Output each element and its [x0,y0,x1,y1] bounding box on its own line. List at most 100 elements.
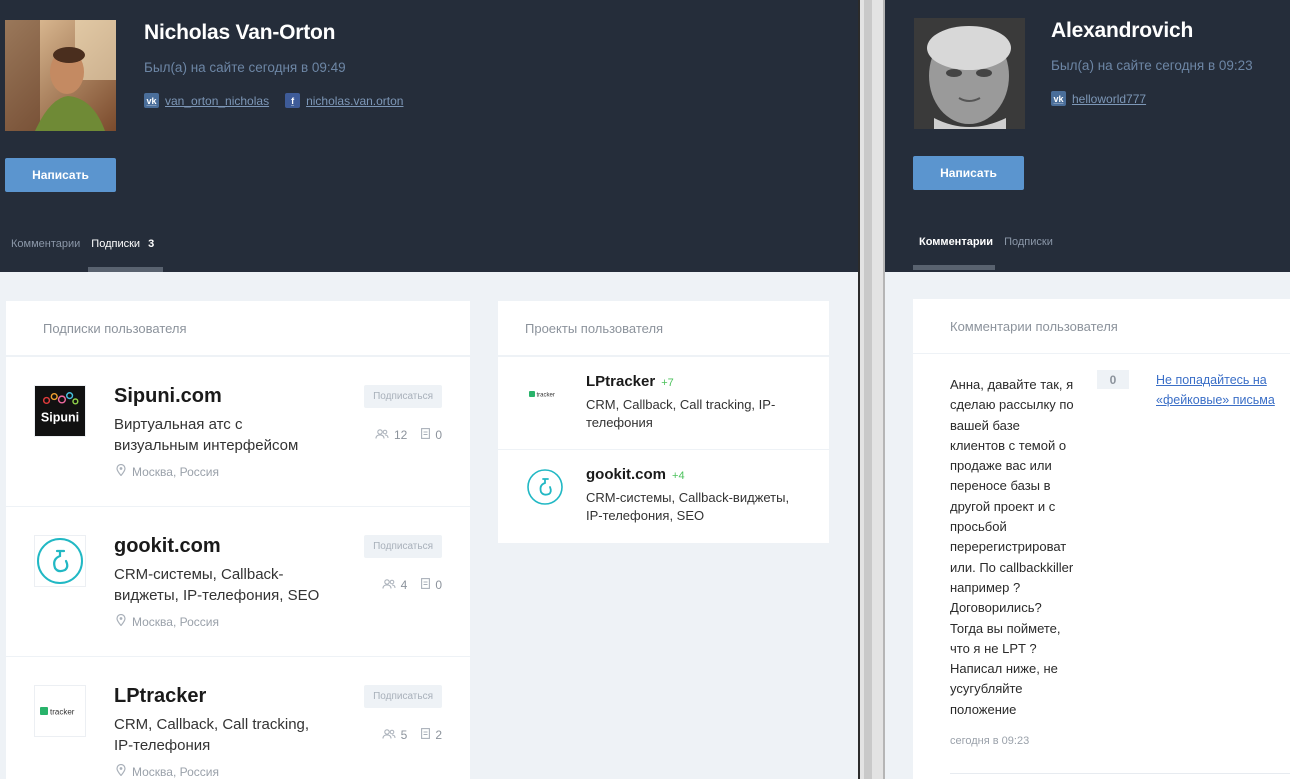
location-pin-icon [116,763,126,779]
subscription-location: Москва, Россия [116,763,219,779]
comment-post-link[interactable]: Не попадайтесь на «фейковые» письма [1156,370,1290,410]
subscription-name[interactable]: gookit.com [114,535,221,558]
write-message-button[interactable]: Написать [913,156,1024,190]
user-name: Alexandrovich [1051,19,1194,42]
vk-icon: vk [144,93,159,108]
followers-stat: 12 [375,428,407,442]
projects-title: Проекты пользователя [498,301,829,356]
tab-subscriptions-label: Подписки [91,238,141,250]
project-desc: CRM, Callback, Call tracking, IP-телефон… [586,397,776,430]
location-text: Москва, Россия [132,764,219,779]
active-tab-indicator [913,265,995,270]
subscription-name[interactable]: Sipuni.com [114,385,222,408]
subscribe-button[interactable]: Подписаться [364,385,442,408]
project-name[interactable]: gookit.com +4 [586,466,685,483]
location-text: Москва, Россия [132,464,219,479]
subscription-desc: CRM-системы, Callback-виджеты, IP-телефо… [114,566,320,604]
last-seen: Был(а) на сайте сегодня в 09:23 [1051,58,1253,73]
docs-stat: 0 [421,578,442,592]
subscription-stats: 5 2 [382,728,442,742]
gookit-logo [526,468,564,506]
tab-subscriptions[interactable]: Подписки 3 [91,238,154,250]
subscriptions-card: Подписки пользователя Sipuni Sipuni.com … [6,301,470,779]
subscriptions-count: 3 [148,238,155,250]
social-links: vk van_orton_nicholas f nicholas.van.ort… [144,93,403,108]
project-item: gookit.com +4 CRM-системы, Callback-видже… [498,449,829,542]
subscription-item: Sipuni Sipuni.com Виртуальная атс с визу… [6,356,470,506]
comment-vote-count[interactable]: 0 [1097,370,1129,389]
facebook-link[interactable]: f nicholas.van.orton [285,93,403,108]
subscription-item: gookit.com CRM-системы, Callback-виджеты… [6,506,470,656]
docs-count: 2 [435,728,442,742]
project-name[interactable]: LPtracker +7 [586,373,674,390]
right-window: Alexandrovich Был(а) на сайте сегодня в … [885,0,1290,779]
project-item: tracker LPtracker +7 CRM, Callback, Call … [498,356,829,449]
followers-stat: 4 [382,578,408,592]
comments-card: Комментарии пользователя Анна, давайте т… [913,299,1290,779]
location-pin-icon [116,463,126,479]
projects-card: Проекты пользователя tracker LPtracker +7… [498,301,829,543]
followers-count: 4 [400,578,408,592]
sipuni-logo-text: Sipuni [41,411,79,425]
comment-divider [950,773,1290,774]
subscribe-button[interactable]: Подписаться [364,685,442,708]
sipuni-logo: Sipuni [34,385,86,437]
docs-stat: 0 [421,428,442,442]
document-icon [421,428,431,442]
tab-comments-label: Комментарии [11,238,81,250]
subscription-name[interactable]: LPtracker [114,685,206,708]
followers-stat: 5 [382,728,408,742]
project-rating: +4 [672,470,685,482]
profile-tabs: Комментарии Подписки 3 [11,238,154,250]
subscription-stats: 12 0 [375,428,442,442]
facebook-icon: f [285,93,301,108]
profile-header: Alexandrovich Был(а) на сайте сегодня в … [885,0,1290,272]
vk-username: van_orton_nicholas [165,93,270,108]
lptracker-logo: tracker [526,375,564,413]
tab-comments[interactable]: Комментарии [919,236,993,248]
subscription-desc: Виртуальная атс с визуальным интерфейсом [114,416,299,454]
followers-count: 12 [393,428,408,442]
user-name: Nicholas Van-Orton [144,21,336,44]
last-seen: Был(а) на сайте сегодня в 09:49 [144,60,346,75]
followers-count: 5 [400,728,408,742]
project-rating: +7 [661,377,674,389]
profile-header: Nicholas Van-Orton Был(а) на сайте сегод… [0,0,858,272]
social-links: vk helloworld777 [1051,91,1146,106]
comments-title: Комментарии пользователя [913,299,1290,354]
left-window: Nicholas Van-Orton Был(а) на сайте сегод… [0,0,858,779]
subscription-stats: 4 0 [382,578,442,592]
subscribe-button[interactable]: Подписаться [364,535,442,558]
facebook-username: nicholas.van.orton [306,93,404,108]
tab-comments-label: Комментарии [919,236,994,248]
project-desc: CRM-системы, Callback-виджеты, IP-телефо… [586,490,790,523]
document-icon [421,728,431,742]
profile-tabs: Комментарии Подписки [919,236,1053,248]
write-message-button[interactable]: Написать [5,158,116,192]
comment-text: Анна, давайте так, я сделаю рассылку по … [950,377,1074,717]
comment-time: сегодня в 09:23 [950,735,1030,747]
subscription-item: tracker LPtracker CRM, Callback, Call tr… [6,656,470,779]
vk-username: helloworld777 [1072,91,1147,106]
subscription-location: Москва, Россия [116,613,219,629]
docs-count: 0 [435,578,442,592]
user-avatar [5,20,116,131]
document-icon [421,578,431,592]
tab-subscriptions[interactable]: Подписки [1004,236,1053,248]
tab-subscriptions-label: Подписки [1004,236,1053,248]
vk-link[interactable]: vk helloworld777 [1051,91,1146,106]
project-name-text: LPtracker [586,373,656,390]
vk-link[interactable]: vk van_orton_nicholas [144,93,269,108]
location-pin-icon [116,613,126,629]
tab-comments[interactable]: Комментарии [11,238,80,250]
lptracker-logo-text: tracker [537,393,555,399]
user-avatar [914,18,1025,129]
gookit-logo [34,535,86,587]
location-text: Москва, Россия [132,614,219,629]
vk-icon: vk [1051,91,1066,106]
subscription-desc: CRM, Callback, Call tracking, IP-телефон… [114,716,310,754]
lptracker-logo: tracker [34,685,86,737]
project-name-text: gookit.com [586,466,667,483]
active-tab-indicator [88,267,163,272]
docs-stat: 2 [421,728,442,742]
